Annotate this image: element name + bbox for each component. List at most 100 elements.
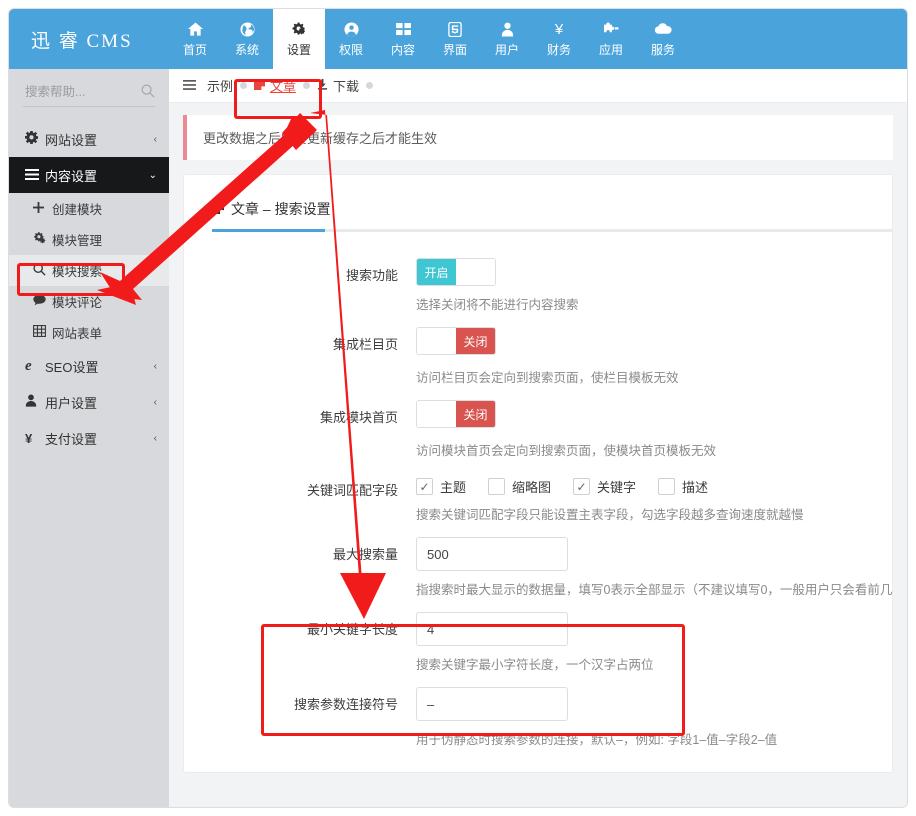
html5-icon [448, 21, 462, 38]
nav-item-permissions-label: 权限 [338, 42, 363, 57]
form-row-keyword-match-fields: 关键词匹配字段 ✓ 主题 缩略图 ✓ 关键字 描述 搜索关键词匹配字段只能设置主… [184, 473, 892, 523]
form-row-max-search-count: 最大搜索量 指搜索时最大显示的数据量，填写0表示全部显示（不建议填写0，一般用户… [184, 537, 892, 598]
brand-logo: 迅 睿 CMS [31, 30, 133, 52]
chevron-down-icon: ⌄ [148, 169, 157, 181]
sidebar-item-content-settings[interactable]: 内容设置 ⌄ [9, 157, 180, 193]
sidebar-item-payment-settings[interactable]: ¥ 支付设置 ‹ [9, 420, 169, 456]
puzzle-icon [603, 21, 619, 38]
sidebar-item-module-manage[interactable]: 模块管理 [9, 224, 169, 255]
checkbox-description-label: 描述 [682, 480, 709, 495]
sidebar-item-site-settings-label: 网站设置 [45, 132, 98, 148]
nav-item-users[interactable]: 用户 [481, 9, 533, 69]
tab-example-label: 示例 [207, 79, 234, 94]
browser-window: 迅 睿 CMS 首页 系统 设置 权限 内容 界面 用户 ¥ 财务 应用 服务 … [8, 8, 908, 808]
screenshot-root: 迅 睿 CMS 首页 系统 设置 权限 内容 界面 用户 ¥ 财务 应用 服务 … [0, 0, 916, 816]
label-integrate-module-home: 集成模块首页 [319, 410, 398, 425]
hint-integrate-module-home: 访问模块首页会定向到搜索页面，使模块首页模板无效 [416, 444, 717, 458]
sidebar-item-seo-settings[interactable]: e SEO设置 ‹ [9, 348, 169, 384]
toggle-knob [417, 328, 456, 354]
tab-download-label: 下载 [333, 79, 360, 94]
sidebar-search-input[interactable] [23, 84, 133, 100]
toggle-off-label: 关闭 [456, 328, 495, 354]
nav-item-settings-label: 设置 [286, 42, 311, 57]
toggle-off-label: 关闭 [456, 401, 495, 427]
hint-min-keyword-length: 搜索关键字最小字符长度，一个汉字占两位 [416, 658, 654, 672]
grid-icon [395, 21, 411, 38]
sidebar-item-create-module[interactable]: 创建模块 [9, 193, 169, 224]
globe-icon [239, 21, 255, 38]
nav-item-permissions[interactable]: 权限 [325, 9, 377, 69]
bars-icon [25, 168, 45, 183]
tab-article[interactable]: 文章 [254, 76, 296, 95]
search-param-connector-input[interactable] [416, 687, 568, 721]
tab-separator-dot [366, 82, 374, 89]
toggle-integrate-category-page[interactable]: 关闭 [416, 327, 496, 355]
tab-example[interactable]: 示例 [207, 76, 233, 95]
nav-item-service[interactable]: 服务 [637, 9, 689, 69]
cloud-icon [654, 21, 672, 38]
nav-item-system-label: 系统 [234, 42, 259, 57]
table-icon [33, 325, 52, 340]
toggle-integrate-module-home[interactable]: 关闭 [416, 400, 496, 428]
nav-item-interface-label: 界面 [442, 42, 467, 57]
file-icon [212, 201, 224, 217]
nav-item-home[interactable]: 首页 [169, 9, 221, 69]
hint-search-function: 选择关闭将不能进行内容搜索 [416, 298, 579, 312]
main-content: 示例 文章 下载 更改数据之后需要更新缓存之后才能生效 文章 – 搜索设置 搜索… [169, 69, 907, 807]
file-icon [254, 78, 266, 93]
chevron-left-icon: ‹ [153, 396, 157, 408]
sidebar-search[interactable] [9, 69, 169, 115]
tab-download[interactable]: 下载 [317, 76, 359, 95]
tab-article-label: 文章 [270, 79, 297, 94]
toggle-search-function[interactable]: 开启 [416, 258, 496, 286]
sidebar-item-user-settings[interactable]: 用户设置 ‹ [9, 384, 169, 420]
user-icon [501, 21, 514, 38]
nav-item-system[interactable]: 系统 [221, 9, 273, 69]
gear-icon [25, 131, 45, 147]
label-keyword-match-fields: 关键词匹配字段 [306, 483, 398, 498]
sidebar-item-site-settings[interactable]: 网站设置 ‹ [9, 121, 169, 157]
card-title: 文章 – 搜索设置 [184, 193, 892, 229]
cogs-icon [33, 232, 52, 247]
bars-icon[interactable] [183, 79, 196, 93]
checkbox-group-keyword-match-fields: ✓ 主题 缩略图 ✓ 关键字 描述 [416, 473, 892, 496]
sidebar-item-user-settings-label: 用户设置 [45, 395, 98, 411]
nav-item-content[interactable]: 内容 [377, 9, 429, 69]
home-icon [187, 21, 203, 38]
form-row-integrate-module-home: 集成模块首页 关闭 访问模块首页会定向到搜索页面，使模块首页模板无效 [184, 400, 892, 459]
nav-item-settings[interactable]: 设置 [273, 9, 325, 69]
checkbox-description[interactable]: 描述 [658, 477, 708, 496]
hint-search-param-connector: 用于伪静态时搜索参数的连接，默认–，例如: 字段1–值–字段2–值 [416, 733, 778, 747]
nav-item-interface[interactable]: 界面 [429, 9, 481, 69]
tab-separator-dot [303, 82, 311, 89]
sidebar-item-seo-settings-label: SEO设置 [45, 359, 99, 375]
nav-item-home-label: 首页 [182, 42, 207, 57]
card-title-text: 文章 – 搜索设置 [231, 201, 331, 217]
sidebar-item-module-search[interactable]: 模块搜索 [9, 255, 169, 286]
plus-icon [33, 201, 52, 216]
search-icon [141, 84, 155, 101]
nav-item-service-label: 服务 [650, 42, 675, 57]
top-navigation-bar: 迅 睿 CMS 首页 系统 设置 权限 内容 界面 用户 ¥ 财务 应用 服务 [9, 9, 907, 69]
hint-keyword-match-fields: 搜索关键词匹配字段只能设置主表字段，勾选字段越多查询速度就越慢 [416, 508, 804, 522]
checkbox-subject[interactable]: ✓ 主题 [416, 477, 466, 496]
gears-icon [291, 21, 308, 38]
checkbox-subject-label: 主题 [440, 480, 467, 495]
checkbox-keywords[interactable]: ✓ 关键字 [573, 477, 636, 496]
toggle-knob [456, 259, 495, 285]
form-row-min-keyword-length: 最小关键字长度 搜索关键字最小字符长度，一个汉字占两位 [184, 612, 892, 673]
sidebar-item-site-form[interactable]: 网站表单 [9, 317, 169, 348]
nav-item-finance[interactable]: ¥ 财务 [533, 9, 585, 69]
toggle-knob [417, 401, 456, 427]
user-icon [25, 394, 45, 410]
label-search-param-connector: 搜索参数连接符号 [293, 697, 398, 712]
top-nav-items: 首页 系统 设置 权限 内容 界面 用户 ¥ 财务 应用 服务 [169, 9, 689, 69]
nav-item-apps[interactable]: 应用 [585, 9, 637, 69]
sidebar-item-module-comment[interactable]: 模块评论 [9, 286, 169, 317]
max-search-count-input[interactable] [416, 537, 568, 571]
checkbox-thumbnail[interactable]: 缩略图 [488, 477, 551, 496]
chevron-left-icon: ‹ [153, 133, 157, 145]
label-search-function: 搜索功能 [345, 268, 398, 283]
download-icon [317, 78, 328, 93]
min-keyword-length-input[interactable] [416, 612, 568, 646]
